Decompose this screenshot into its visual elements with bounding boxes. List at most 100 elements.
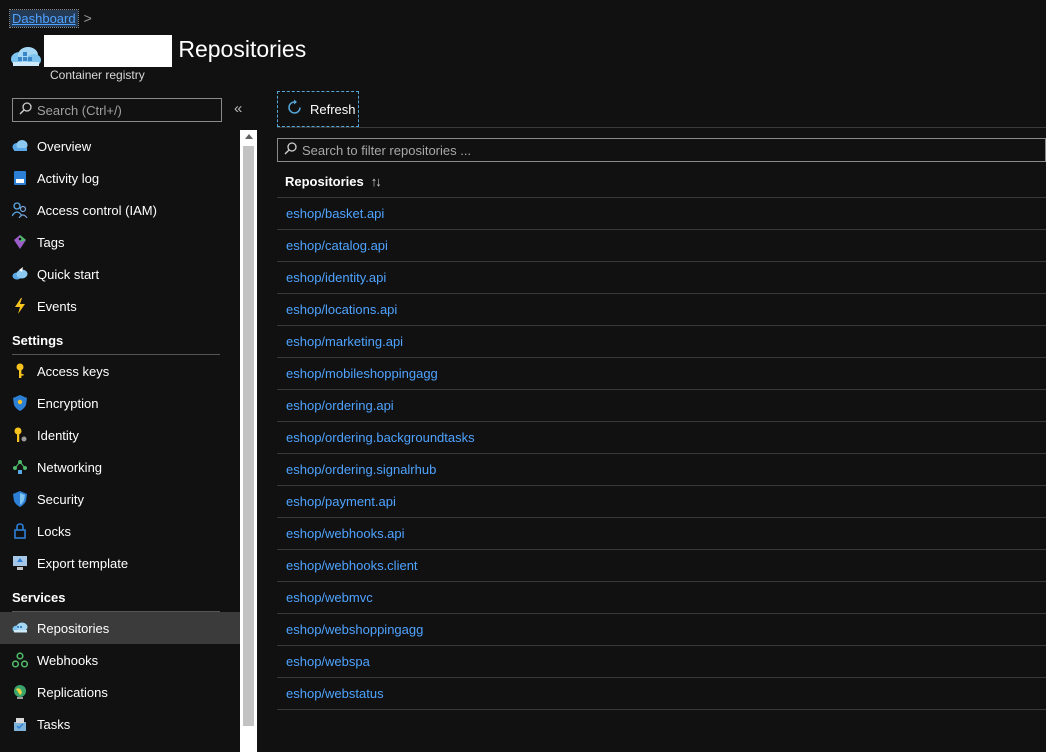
repository-link[interactable]: eshop/catalog.api — [286, 238, 388, 253]
tasks-icon — [12, 716, 28, 732]
table-row: eshop/identity.api — [277, 262, 1046, 294]
breadcrumb: Dashboard > — [9, 8, 92, 28]
search-icon — [19, 102, 32, 118]
key-icon — [12, 363, 28, 379]
sidebar-item-repositories[interactable]: Repositories — [0, 612, 240, 644]
sidebar-item-webhooks[interactable]: Webhooks — [0, 644, 240, 676]
sidebar-item-label: Repositories — [37, 620, 110, 636]
table-row: eshop/ordering.signalrhub — [277, 454, 1046, 486]
command-bar: Refresh — [277, 90, 1046, 128]
sidebar-item-label: Access keys — [37, 363, 110, 379]
table-row: eshop/ordering.api — [277, 390, 1046, 422]
sidebar-item-label: Overview — [37, 138, 92, 154]
repository-link[interactable]: eshop/locations.api — [286, 302, 397, 317]
sidebar-item-label: Networking — [37, 459, 103, 475]
search-icon — [284, 142, 297, 158]
cloud-overview-icon — [12, 138, 28, 154]
repositories-column-header: Repositories ↑↓ — [277, 166, 1046, 198]
sidebar: « Overview Activity log Access control (… — [0, 90, 258, 752]
breadcrumb-dashboard-link[interactable]: Dashboard — [9, 8, 79, 28]
sidebar-search[interactable] — [12, 98, 222, 122]
section-header-services: Services — [0, 579, 240, 612]
sort-icon[interactable]: ↑↓ — [371, 174, 382, 189]
repository-filter[interactable] — [277, 138, 1046, 162]
sidebar-item-label: Tags — [37, 234, 65, 250]
security-shield-icon — [12, 491, 28, 507]
sidebar-item-access-keys[interactable]: Access keys — [0, 355, 240, 387]
sidebar-item-label: Access control (IAM) — [37, 202, 157, 218]
repository-link[interactable]: eshop/webspa — [286, 654, 370, 669]
identity-key-icon — [12, 427, 28, 443]
refresh-button-label: Refresh — [310, 101, 356, 117]
shield-icon — [12, 395, 28, 411]
repository-link[interactable]: eshop/webstatus — [286, 686, 384, 701]
export-icon — [12, 555, 28, 571]
sidebar-item-label: Events — [37, 298, 77, 314]
repository-link[interactable]: eshop/webmvc — [286, 590, 373, 605]
sidebar-item-label: Identity — [37, 427, 79, 443]
page-title: | Repositories — [166, 36, 307, 62]
sidebar-item-label: Locks — [37, 523, 71, 539]
table-row: eshop/webhooks.api — [277, 518, 1046, 550]
table-row: eshop/locations.api — [277, 294, 1046, 326]
sidebar-item-overview[interactable]: Overview — [0, 130, 240, 162]
table-row: eshop/mobileshoppingagg — [277, 358, 1046, 390]
sidebar-item-quick-start[interactable]: Quick start — [0, 258, 240, 290]
repository-link[interactable]: eshop/marketing.api — [286, 334, 403, 349]
table-row: eshop/webshoppingagg — [277, 614, 1046, 646]
sidebar-item-label: Activity log — [37, 170, 100, 186]
sidebar-scrollbar[interactable] — [240, 130, 257, 752]
people-icon — [12, 202, 28, 218]
section-header-label: Services — [12, 590, 66, 605]
sidebar-item-activity-log[interactable]: Activity log — [0, 162, 240, 194]
table-row: eshop/basket.api — [277, 198, 1046, 230]
registry-name-redacted — [44, 35, 172, 67]
sidebar-item-tasks[interactable]: Tasks — [0, 708, 240, 740]
repository-filter-input[interactable] — [302, 142, 1002, 158]
scroll-up-arrow-icon[interactable] — [245, 134, 253, 139]
repository-link[interactable]: eshop/identity.api — [286, 270, 386, 285]
sidebar-item-label: Quick start — [37, 266, 100, 282]
table-row: eshop/payment.api — [277, 486, 1046, 518]
repositories-cloud-icon — [12, 620, 28, 636]
section-header-label: Settings — [12, 333, 64, 348]
sidebar-item-events[interactable]: Events — [0, 290, 240, 322]
section-header-settings: Settings — [0, 322, 240, 355]
sidebar-search-input[interactable] — [37, 102, 217, 118]
lock-icon — [12, 523, 28, 539]
main-content: Refresh Repositories ↑↓ eshop/basket.api… — [277, 90, 1046, 752]
sidebar-item-security[interactable]: Security — [0, 483, 240, 515]
sidebar-item-networking[interactable]: Networking — [0, 451, 240, 483]
repository-link[interactable]: eshop/ordering.backgroundtasks — [286, 430, 475, 445]
sidebar-item-encryption[interactable]: Encryption — [0, 387, 240, 419]
column-header-label: Repositories — [285, 174, 364, 189]
repository-link[interactable]: eshop/webhooks.api — [286, 526, 405, 541]
repository-link[interactable]: eshop/ordering.api — [286, 398, 394, 413]
sidebar-item-tags[interactable]: Tags — [0, 226, 240, 258]
table-row: eshop/marketing.api — [277, 326, 1046, 358]
quickstart-cloud-icon — [12, 266, 28, 282]
lightning-icon — [12, 298, 28, 314]
sidebar-item-locks[interactable]: Locks — [0, 515, 240, 547]
sidebar-item-export-template[interactable]: Export template — [0, 547, 240, 579]
repository-link[interactable]: eshop/webshoppingagg — [286, 622, 423, 637]
repository-link[interactable]: eshop/basket.api — [286, 206, 384, 221]
scrollbar-thumb[interactable] — [243, 146, 254, 726]
refresh-icon — [286, 99, 303, 119]
activity-log-icon — [12, 170, 28, 186]
refresh-button[interactable]: Refresh — [277, 91, 359, 127]
sidebar-item-label: Export template — [37, 555, 129, 571]
sidebar-item-label: Tasks — [37, 716, 71, 732]
network-icon — [12, 459, 28, 475]
sidebar-item-label: Encryption — [37, 395, 99, 411]
repository-link[interactable]: eshop/payment.api — [286, 494, 396, 509]
sidebar-item-identity[interactable]: Identity — [0, 419, 240, 451]
repository-link[interactable]: eshop/mobileshoppingagg — [286, 366, 438, 381]
repository-link[interactable]: eshop/ordering.signalrhub — [286, 462, 436, 477]
sidebar-item-replications[interactable]: Replications — [0, 676, 240, 708]
repository-link[interactable]: eshop/webhooks.client — [286, 558, 418, 573]
sidebar-item-access-control[interactable]: Access control (IAM) — [0, 194, 240, 226]
sidebar-nav: Overview Activity log Access control (IA… — [0, 130, 240, 740]
webhooks-icon — [12, 652, 28, 668]
collapse-sidebar-button[interactable]: « — [234, 100, 242, 117]
